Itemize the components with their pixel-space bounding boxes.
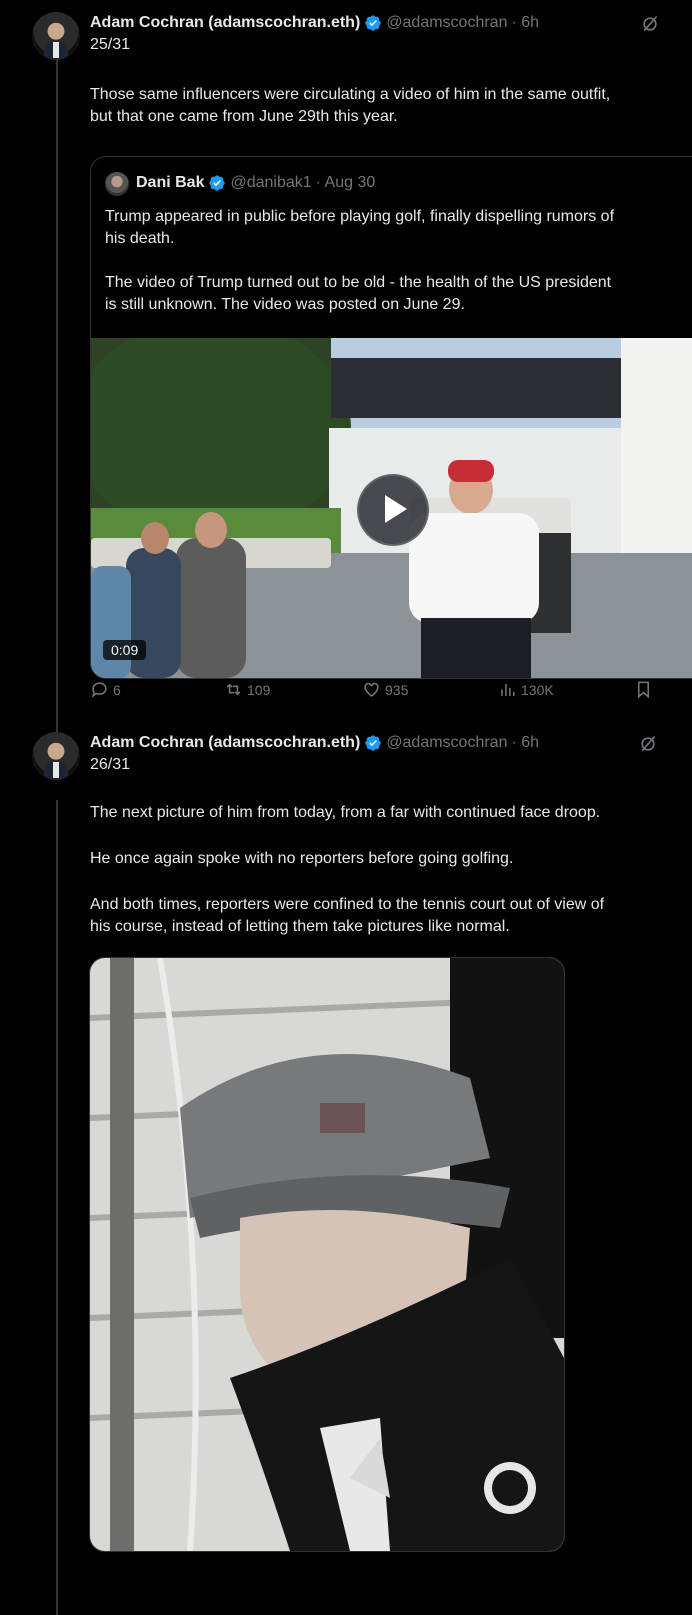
thread-connector — [56, 800, 58, 1615]
grok-icon[interactable] — [638, 734, 658, 754]
like-button[interactable]: 935 — [362, 680, 408, 699]
reply-button[interactable]: 6 — [90, 680, 121, 699]
analytics-icon — [501, 683, 515, 696]
like-count: 935 — [385, 681, 409, 698]
tweet-text-line: And both times, reporters were confined … — [90, 896, 605, 913]
video-duration: 0:09 — [103, 640, 147, 660]
quoted-tweet[interactable]: Dani Bak @danibak1 · Aug 30 Trump appear… — [90, 156, 692, 679]
author-name[interactable]: Adam Cochran (adamscochran.eth) — [90, 734, 360, 752]
views-button[interactable]: 130K — [498, 680, 554, 699]
verified-badge-icon — [365, 735, 381, 751]
timestamp[interactable]: · 6h — [511, 14, 539, 32]
tweet-header: Adam Cochran (adamscochran.eth) @adamsco… — [90, 12, 539, 34]
reply-icon — [91, 682, 107, 698]
tweet-photo[interactable] — [89, 957, 565, 1552]
quoted-timestamp: · Aug 30 — [315, 174, 376, 191]
tweet-text-line: The next picture of him from today, from… — [90, 804, 601, 821]
quoted-avatar[interactable] — [105, 172, 129, 196]
verified-badge-icon — [365, 15, 381, 31]
bookmark-button[interactable] — [634, 680, 657, 699]
timestamp[interactable]: · 6h — [511, 734, 539, 752]
tweet-actions: 6 109 935 130K — [90, 680, 670, 706]
thread-counter: 26/31 — [90, 756, 131, 773]
author-handle[interactable]: @adamscochran — [386, 14, 507, 32]
repost-count: 109 — [247, 681, 271, 698]
author-handle[interactable]: @adamscochran — [386, 734, 507, 752]
avatar[interactable] — [32, 12, 80, 60]
verified-badge-icon — [209, 175, 226, 191]
tweet-text-line: Those same influencers were circulating … — [90, 86, 611, 103]
quoted-text-line: is still unknown. The video was posted o… — [105, 296, 465, 313]
tweet-header: Adam Cochran (adamscochran.eth) @adamsco… — [90, 732, 539, 754]
quoted-header: Dani Bak @danibak1 · Aug 30 — [136, 174, 375, 192]
tweet-text-line: but that one came from June 29th this ye… — [90, 108, 398, 125]
repost-icon — [226, 683, 241, 696]
tweet-text: The next picture of him from today, from… — [90, 802, 692, 938]
quoted-text-line: his death. — [105, 230, 175, 247]
quoted-handle: @danibak1 — [230, 174, 312, 191]
view-count: 130K — [521, 681, 554, 698]
tweet-text: Those same influencers were circulating … — [90, 84, 692, 128]
tweet-text-line: He once again spoke with no reporters be… — [90, 850, 514, 867]
photo-image — [90, 958, 564, 1551]
video-player[interactable]: 0:09 — [91, 338, 692, 678]
tweet-text-line: his course, instead of letting them take… — [90, 918, 510, 935]
thread-counter: 25/31 — [90, 36, 131, 53]
bookmark-icon — [637, 681, 650, 699]
quoted-text-line: The video of Trump turned out to be old … — [105, 274, 612, 291]
quoted-text-line: Trump appeared in public before playing … — [105, 208, 615, 225]
author-name[interactable]: Adam Cochran (adamscochran.eth) — [90, 14, 360, 32]
avatar[interactable] — [32, 732, 80, 780]
heart-icon — [364, 682, 379, 697]
play-button[interactable] — [357, 474, 429, 546]
grok-icon[interactable] — [640, 14, 660, 34]
quoted-author-name: Dani Bak — [136, 174, 205, 191]
repost-button[interactable]: 109 — [224, 680, 270, 699]
thread-connector — [56, 58, 58, 748]
reply-count: 6 — [113, 681, 121, 698]
quoted-text: Trump appeared in public before playing … — [105, 206, 614, 316]
